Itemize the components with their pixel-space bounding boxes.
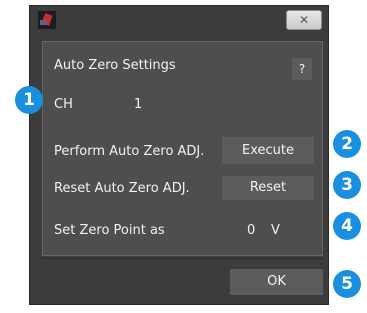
perform-auto-zero-label: Perform Auto Zero ADJ. xyxy=(54,144,205,159)
callout-badge-5: 5 xyxy=(333,270,361,298)
execute-button[interactable]: Execute xyxy=(222,137,314,164)
reset-auto-zero-label: Reset Auto Zero ADJ. xyxy=(54,181,190,196)
zero-point-value: 0 xyxy=(247,223,256,238)
auto-zero-dialog: ✕ Auto Zero Settings ? CH 1 Perform Auto… xyxy=(29,5,329,305)
close-button[interactable]: ✕ xyxy=(286,10,322,30)
zero-point-label: Set Zero Point as xyxy=(54,223,165,238)
title-bar: ✕ xyxy=(30,6,328,34)
callout-badge-3: 3 xyxy=(333,171,361,199)
channel-label: CH xyxy=(54,97,73,112)
channel-value: 1 xyxy=(134,97,143,112)
panel-title: Auto Zero Settings xyxy=(54,58,176,73)
reset-button[interactable]: Reset xyxy=(222,176,314,200)
callout-badge-4: 4 xyxy=(333,212,361,240)
footer-divider xyxy=(42,258,323,259)
zero-point-unit: V xyxy=(271,223,280,238)
help-button[interactable]: ? xyxy=(292,58,312,80)
callout-badge-2: 2 xyxy=(333,130,361,158)
app-logo-icon xyxy=(38,11,56,29)
settings-panel: Auto Zero Settings ? CH 1 Perform Auto Z… xyxy=(42,41,323,256)
callout-badge-1: 1 xyxy=(15,86,43,114)
ok-button[interactable]: OK xyxy=(230,269,323,295)
